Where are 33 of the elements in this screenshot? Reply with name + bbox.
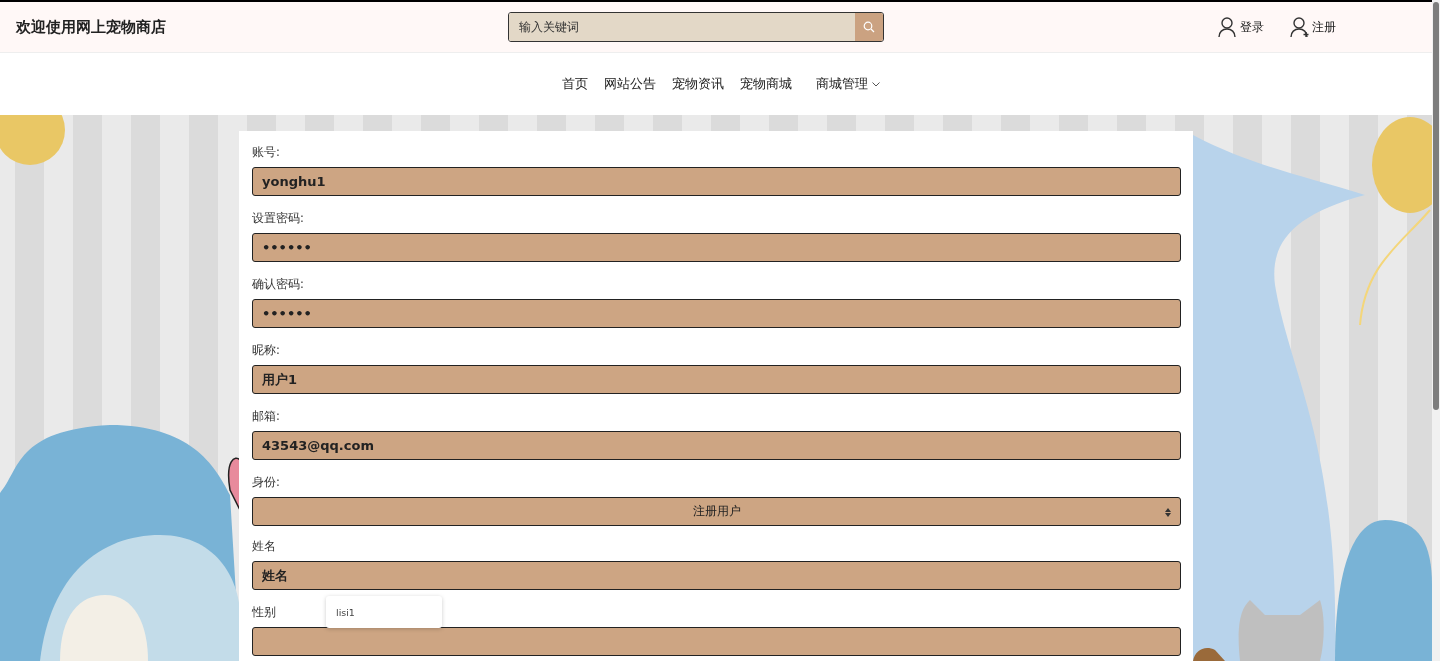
field-label: 姓名 — [252, 539, 276, 553]
field-label: 账号: — [252, 145, 280, 159]
field-label: 性别 — [252, 605, 276, 619]
chevron-down-icon — [872, 81, 880, 87]
field-label: 确认密码: — [252, 277, 304, 291]
autocomplete-option[interactable]: lisi1 — [336, 606, 355, 618]
site-title: 欢迎使用网上宠物商店 — [16, 17, 167, 37]
nav-link[interactable]: 宠物商城 — [740, 75, 792, 93]
search-field[interactable]: 输入关键词 — [508, 12, 884, 42]
input-field[interactable]: •••••• — [252, 299, 1181, 328]
input-field[interactable]: •••••• — [252, 233, 1181, 262]
search-icon — [863, 21, 875, 33]
nav-link[interactable]: 宠物资讯 — [672, 75, 724, 93]
field-label: 邮箱: — [252, 409, 280, 423]
field-label: 身份: — [252, 475, 280, 489]
input-field[interactable]: 姓名 — [252, 561, 1181, 590]
user-icon — [1218, 16, 1238, 38]
select-field[interactable]: 注册用户 — [252, 497, 1181, 526]
login-link[interactable]: 登录 — [1218, 16, 1264, 38]
nav-menu-item[interactable]: 商城管理 — [816, 75, 880, 93]
nav-link[interactable]: 网站公告 — [604, 75, 656, 93]
scrollbar[interactable] — [1432, 0, 1440, 661]
field-label: 设置密码: — [252, 211, 304, 225]
search-button[interactable] — [855, 13, 883, 41]
add-user-icon — [1290, 16, 1310, 38]
input-field[interactable]: 43543@qq.com — [252, 431, 1181, 460]
select-arrows-icon — [1165, 508, 1171, 517]
field-label: 昵称: — [252, 343, 280, 357]
register-link[interactable]: 注册 — [1290, 16, 1336, 38]
input-field[interactable]: 用户1 — [252, 365, 1181, 394]
input-field[interactable] — [252, 627, 1181, 656]
input-field[interactable]: yonghu1 — [252, 167, 1181, 196]
nav-link[interactable]: 首页 — [562, 75, 588, 93]
